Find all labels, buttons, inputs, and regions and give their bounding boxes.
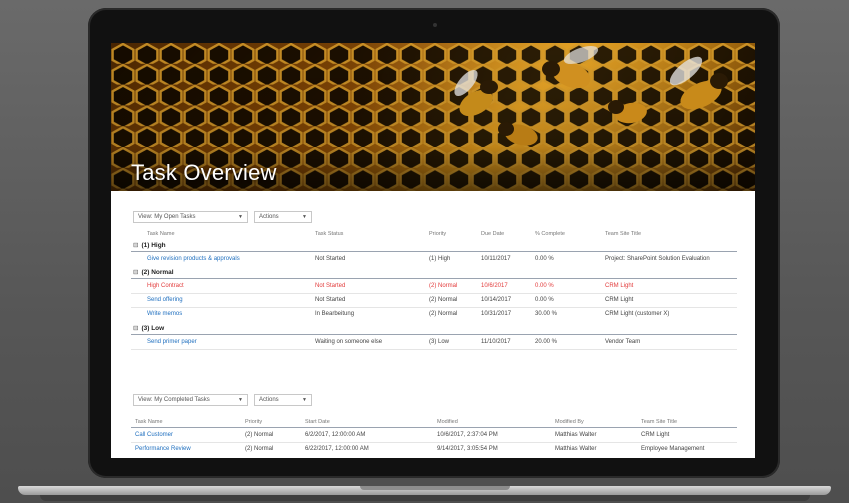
laptop-base-shadow <box>40 495 810 501</box>
task-name-link[interactable]: Call Customer <box>135 432 173 438</box>
task-due-date: 10/11/2017 <box>481 256 511 262</box>
table-row[interactable]: High Contract Not Started (2) Normal 10/… <box>111 280 755 293</box>
task-team-site: Vendor Team <box>605 339 641 345</box>
task-start-date: 6/2/2017, 12:00:00 AM <box>305 432 366 438</box>
task-percent-complete: 0.00 % <box>535 297 554 303</box>
laptop-screen: Task Overview View: My Open Tasks ▼ Acti… <box>111 43 755 458</box>
task-status: In Bearbeitung <box>315 311 355 317</box>
task-due-date: 11/10/2017 <box>481 339 511 345</box>
collapse-icon[interactable]: ⊟ <box>133 325 138 332</box>
table-row[interactable]: Give revision products & approvals Not S… <box>111 253 755 266</box>
column-header-priority[interactable]: Priority <box>245 419 262 425</box>
task-status: Waiting on someone else <box>315 339 383 345</box>
column-header-start-date[interactable]: Start Date <box>305 419 330 425</box>
table-row[interactable]: Send offering Not Started (2) Normal 10/… <box>111 294 755 307</box>
task-name-link[interactable]: Write memos <box>147 311 182 317</box>
task-status: Not Started <box>315 283 346 289</box>
group-divider <box>131 334 737 335</box>
column-header-task-name[interactable]: Task Name <box>135 419 163 425</box>
task-name-link[interactable]: Give revision products & approvals <box>147 256 240 262</box>
table-row[interactable]: Performance Review (2) Normal 6/22/2017,… <box>111 443 755 456</box>
column-header-priority[interactable]: Priority <box>429 231 446 237</box>
column-header-team-site[interactable]: Team Site Title <box>641 419 677 425</box>
open-actions-select[interactable]: Actions ▼ <box>254 211 312 223</box>
task-content: View: My Open Tasks ▼ Actions ▼ Task Nam… <box>111 191 755 458</box>
completed-view-select[interactable]: View: My Completed Tasks ▼ <box>133 394 248 406</box>
open-actions-select-label: Actions <box>259 214 279 220</box>
chevron-down-icon: ▼ <box>238 397 243 403</box>
task-status: Not Started <box>315 256 346 262</box>
laptop-base-notch <box>360 486 510 490</box>
task-percent-complete: 0.00 % <box>535 283 554 289</box>
task-name-link[interactable]: Send offering <box>147 297 183 303</box>
collapse-icon[interactable]: ⊟ <box>133 242 138 249</box>
task-team-site: Employee Management <box>641 446 705 452</box>
task-team-site: Project: SharePoint Solution Evaluation <box>605 256 710 262</box>
table-row[interactable]: Write memos In Bearbeitung (2) Normal 10… <box>111 308 755 321</box>
completed-tasks-toolbar: View: My Completed Tasks ▼ Actions ▼ <box>133 394 312 406</box>
task-team-site: CRM Light <box>605 283 634 289</box>
task-name-link[interactable]: High Contract <box>147 283 184 289</box>
column-header-due-date[interactable]: Due Date <box>481 231 504 237</box>
task-due-date: 10/14/2017 <box>481 297 512 303</box>
task-priority: (3) Low <box>429 339 450 345</box>
column-header-modified-by[interactable]: Modified By <box>555 419 584 425</box>
header-divider <box>131 427 737 428</box>
open-tasks-toolbar: View: My Open Tasks ▼ Actions ▼ <box>133 211 312 223</box>
chevron-down-icon: ▼ <box>302 397 307 403</box>
task-priority: (2) Normal <box>245 432 274 438</box>
column-header-task-status[interactable]: Task Status <box>315 231 343 237</box>
camera-icon <box>433 23 437 27</box>
task-team-site: CRM Light <box>605 297 634 303</box>
task-start-date: 6/22/2017, 12:00:00 AM <box>305 446 369 452</box>
open-view-select[interactable]: View: My Open Tasks ▼ <box>133 211 248 223</box>
task-name-link[interactable]: Performance Review <box>135 446 191 452</box>
task-modified-by: Matthias Walter <box>555 446 597 452</box>
task-due-date: 10/6/2017 <box>481 283 508 289</box>
page-banner: Task Overview <box>111 43 755 191</box>
column-header-percent-complete[interactable]: % Complete <box>535 231 565 237</box>
completed-actions-select[interactable]: Actions ▼ <box>254 394 312 406</box>
task-priority: (1) High <box>429 256 451 262</box>
task-priority: (2) Normal <box>245 446 274 452</box>
completed-view-select-label: View: My Completed Tasks <box>138 397 210 403</box>
open-view-select-label: View: My Open Tasks <box>138 214 196 220</box>
task-percent-complete: 30.00 % <box>535 311 558 317</box>
group-label: (2) Normal <box>141 269 174 276</box>
group-divider <box>131 278 737 279</box>
task-percent-complete: 0.00 % <box>535 256 554 262</box>
column-header-team-site[interactable]: Team Site Title <box>605 231 641 237</box>
task-modified-by: Matthias Walter <box>555 432 597 438</box>
group-header-low[interactable]: ⊟ (3) Low <box>133 324 164 332</box>
task-status: Not Started <box>315 297 346 303</box>
task-percent-complete: 20.00 % <box>535 339 558 345</box>
row-divider <box>131 349 737 350</box>
column-header-task-name[interactable]: Task Name <box>147 231 175 237</box>
collapse-icon[interactable]: ⊟ <box>133 269 138 276</box>
task-due-date: 10/31/2017 <box>481 311 512 317</box>
task-priority: (2) Normal <box>429 311 458 317</box>
group-label: (3) Low <box>141 325 165 332</box>
table-row[interactable]: Send primer paper Waiting on someone els… <box>111 336 755 349</box>
group-divider <box>131 251 737 252</box>
group-label: (1) High <box>141 242 166 249</box>
completed-actions-select-label: Actions <box>259 397 279 403</box>
task-team-site: CRM Light <box>641 432 670 438</box>
table-row[interactable]: Call Customer (2) Normal 6/2/2017, 12:00… <box>111 429 755 442</box>
group-header-high[interactable]: ⊟ (1) High <box>133 241 166 249</box>
group-header-normal[interactable]: ⊟ (2) Normal <box>133 268 174 276</box>
task-modified: 9/14/2017, 3:05:54 PM <box>437 446 498 452</box>
page-title: Task Overview <box>131 160 277 185</box>
chevron-down-icon: ▼ <box>302 214 307 220</box>
task-team-site: CRM Light (customer X) <box>605 311 670 317</box>
task-name-link[interactable]: Send primer paper <box>147 339 197 345</box>
column-header-modified[interactable]: Modified <box>437 419 458 425</box>
task-priority: (2) Normal <box>429 297 458 303</box>
task-modified: 10/6/2017, 2:37:04 PM <box>437 432 498 438</box>
task-priority: (2) Normal <box>429 283 458 289</box>
chevron-down-icon: ▼ <box>238 214 243 220</box>
